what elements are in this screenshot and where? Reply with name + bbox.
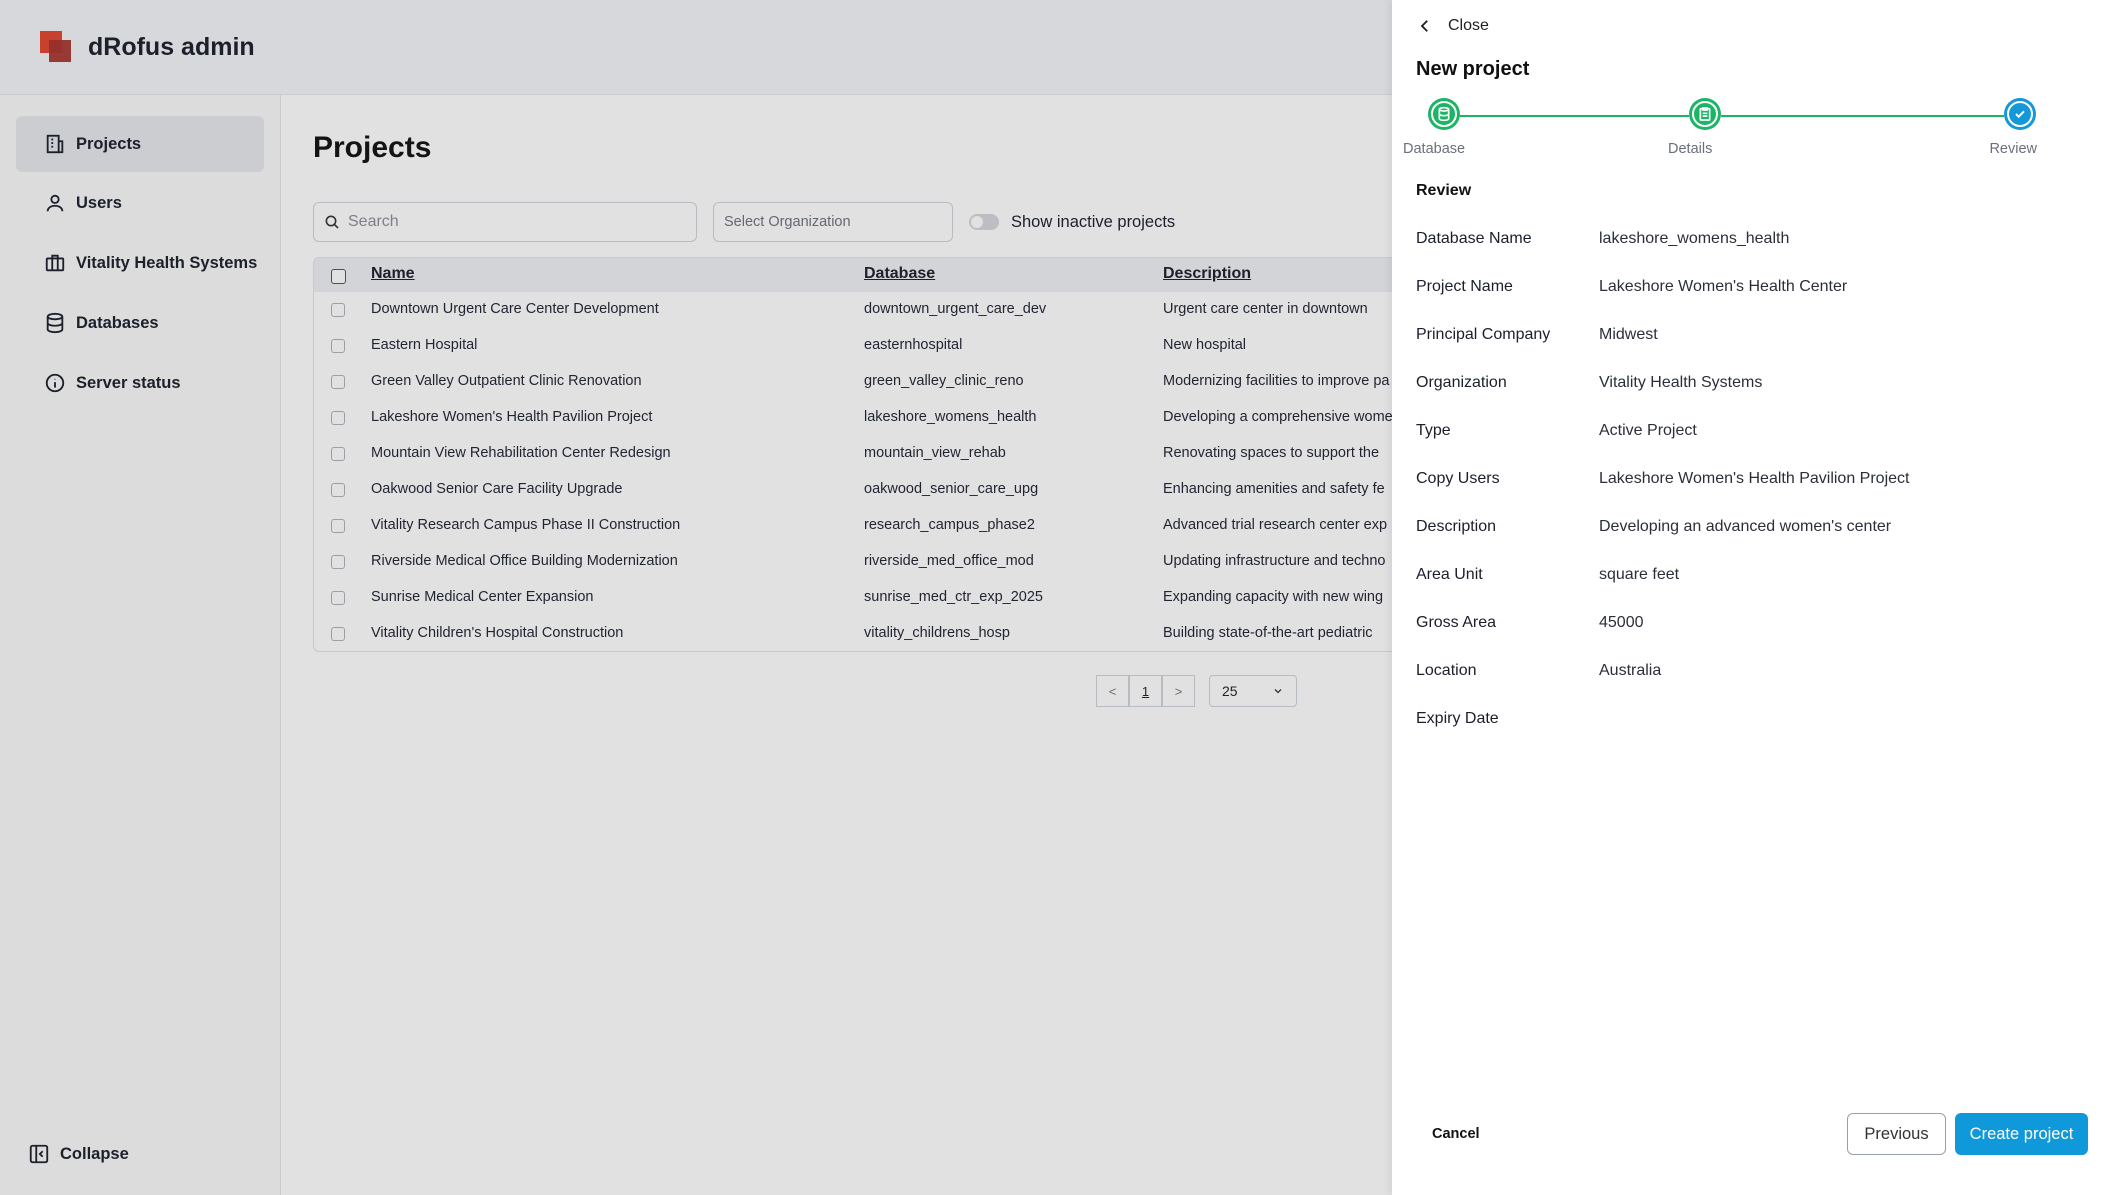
review-field-value: 45000	[1599, 614, 1644, 631]
review-field-value: Lakeshore Women's Health Center	[1599, 278, 1848, 295]
review-field-label: Principal Company	[1416, 326, 1551, 343]
review-field-label: Type	[1416, 422, 1451, 439]
step-label-database: Database	[1403, 141, 1466, 157]
review-field-label: Expiry Date	[1416, 710, 1499, 727]
review-field-label: Database Name	[1416, 230, 1532, 247]
close-button[interactable]: Close	[1416, 17, 1489, 35]
review-field: Gross Area 45000	[1416, 614, 2076, 638]
step-label-details: Details	[1668, 141, 1713, 157]
step-connector	[1453, 115, 1689, 117]
review-field: Database Name lakeshore_womens_health	[1416, 230, 2076, 254]
check-circle-icon	[2015, 110, 2025, 119]
create-project-button[interactable]: Create project	[1955, 1113, 2088, 1155]
close-label: Close	[1448, 17, 1489, 34]
review-field: Expiry Date	[1416, 710, 2076, 734]
review-field-label: Area Unit	[1416, 566, 1483, 583]
review-field: Principal Company Midwest	[1416, 326, 2076, 350]
review-field-value: square feet	[1599, 566, 1680, 583]
review-field-value: Active Project	[1599, 422, 1697, 439]
cancel-button[interactable]: Cancel	[1432, 1126, 1480, 1142]
wizard-stepper: Database Details Review	[1392, 98, 2112, 160]
review-field: Copy Users Lakeshore Women's Health Pavil…	[1416, 470, 2076, 494]
step-database[interactable]	[1428, 98, 1460, 130]
step-review[interactable]	[2004, 98, 2036, 130]
review-field-value: lakeshore_womens_health	[1599, 230, 1790, 247]
review-field: Location Australia	[1416, 662, 2076, 686]
review-field-label: Copy Users	[1416, 470, 1500, 487]
review-field-value: Developing an advanced women's center	[1599, 518, 1892, 535]
review-field-label: Organization	[1416, 374, 1507, 391]
clipboard-icon	[1699, 107, 1711, 121]
review-field-label: Gross Area	[1416, 614, 1497, 631]
database-icon	[1438, 106, 1450, 122]
new-project-panel: Close New project Database Details Revie…	[1392, 0, 2112, 1195]
step-connector	[1721, 115, 2004, 117]
review-field: Area Unit square feet	[1416, 566, 2076, 590]
review-field: Type Active Project	[1416, 422, 2076, 446]
step-label-review: Review	[1989, 141, 2037, 157]
panel-title: New project	[1416, 58, 1530, 80]
review-heading: Review	[1416, 182, 1472, 199]
review-field: Project Name Lakeshore Women's Health Cen…	[1416, 278, 2076, 302]
step-details[interactable]	[1689, 98, 1721, 130]
review-field-label: Description	[1416, 518, 1497, 535]
review-field: Description Developing an advanced women'…	[1416, 518, 2076, 542]
review-field-value: Midwest	[1599, 326, 1658, 343]
chevron-left-icon	[1420, 20, 1428, 32]
review-field-value: Australia	[1599, 662, 1662, 679]
review-field-label: Location	[1416, 662, 1477, 679]
review-field: Organization Vitality Health Systems	[1416, 374, 2076, 398]
review-field-value: Vitality Health Systems	[1599, 374, 1763, 391]
previous-button[interactable]: Previous	[1847, 1113, 1946, 1155]
review-field-label: Project Name	[1416, 278, 1513, 295]
review-field-value: Lakeshore Women's Health Pavilion Projec…	[1599, 470, 1910, 487]
